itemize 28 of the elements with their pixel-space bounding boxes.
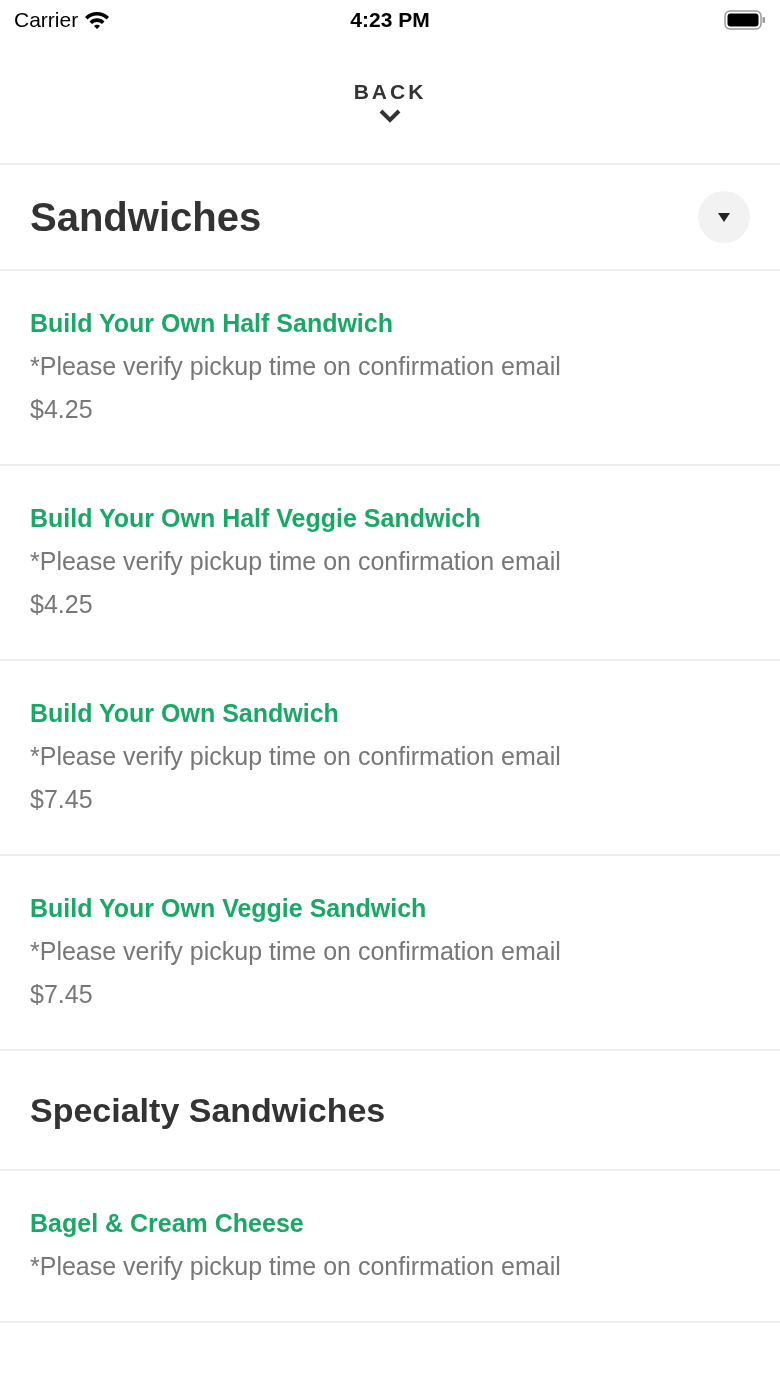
clock-time: 4:23 PM (350, 8, 430, 32)
menu-item-card[interactable]: Build Your Own Half Sandwich *Please verify pickup time on confirmation email $4.25 (0, 271, 780, 466)
section-title: Specialty Sandwiches (30, 1090, 386, 1130)
item-name: Bagel & Cream Cheese (30, 1209, 305, 1238)
item-name: Build Your Own Veggie Sandwich (30, 894, 428, 923)
item-note: *Please verify pickup time on confirmation email (30, 547, 562, 576)
item-note: *Please verify pickup time on confirmation email (30, 742, 562, 771)
item-name: Build Your Own Half Veggie Sandwich (30, 504, 482, 533)
item-note: *Please verify pickup time on confirmation email (30, 1252, 562, 1281)
item-note: *Please verify pickup time on confirmation email (30, 937, 562, 966)
menu-item-card[interactable]: Bagel & Cream Cheese *Please verify pickup time on confirmation email (0, 1171, 780, 1323)
menu-item-card[interactable]: Build Your Own Veggie Sandwich *Please verify pickup time on confirmation email $7.45 (0, 856, 780, 1051)
caret-down-icon (718, 212, 730, 222)
battery-icon (724, 10, 766, 30)
item-price: $7.45 (30, 980, 94, 1009)
section-title: Sandwiches (30, 194, 262, 240)
item-name: Build Your Own Sandwich (30, 699, 340, 728)
item-price: $4.25 (30, 395, 94, 424)
item-price: $4.25 (30, 590, 94, 619)
back-button[interactable]: BACK (353, 79, 427, 104)
menu-item-card[interactable]: Build Your Own Sandwich *Please verify pickup time on confirmation email $7.45 (0, 661, 780, 856)
item-price: $7.45 (30, 785, 94, 814)
item-note: *Please verify pickup time on confirmation email (30, 352, 562, 381)
wifi-icon (84, 10, 111, 30)
item-name: Build Your Own Half Sandwich (30, 309, 394, 338)
carrier-name: Carrier (14, 8, 79, 32)
chevron-down-icon[interactable] (378, 107, 402, 124)
menu-item-card[interactable]: Build Your Own Half Veggie Sandwich *Please verify pickup time on confirmation email $4.25 (0, 466, 780, 661)
